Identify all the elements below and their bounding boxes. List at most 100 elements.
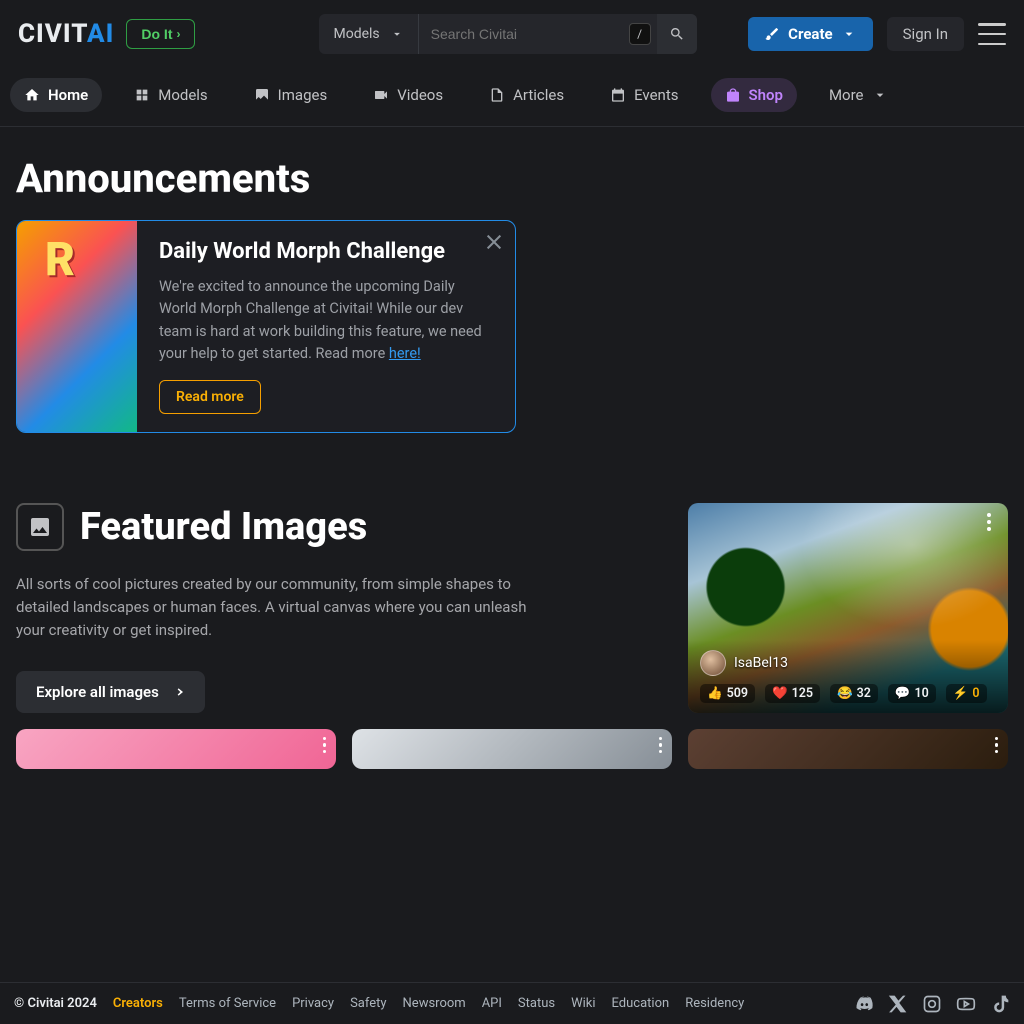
search-icon bbox=[669, 26, 685, 42]
calendar-icon bbox=[610, 87, 626, 103]
stat-likes[interactable]: ❤️ 125 bbox=[765, 684, 820, 703]
menu-button[interactable] bbox=[978, 23, 1006, 45]
announcement-card: Daily World Morph Challenge We're excite… bbox=[16, 220, 516, 433]
sign-in-button[interactable]: Sign In bbox=[887, 17, 964, 51]
thumbnail-row bbox=[16, 729, 1008, 769]
burger-line-icon bbox=[978, 23, 1006, 26]
nav-images[interactable]: Images bbox=[240, 78, 342, 112]
nav-events[interactable]: Events bbox=[596, 78, 692, 112]
do-it-button[interactable]: Do It › bbox=[126, 19, 195, 49]
announcements-heading: Announcements bbox=[16, 155, 1008, 202]
footer-link-wiki[interactable]: Wiki bbox=[571, 996, 595, 1011]
stat-reactions[interactable]: 👍 509 bbox=[700, 684, 755, 703]
footer-link-creators[interactable]: Creators bbox=[113, 996, 163, 1011]
search-bar: Models / bbox=[319, 14, 696, 54]
nav-label: Videos bbox=[397, 86, 443, 104]
search-category-select[interactable]: Models bbox=[319, 14, 418, 54]
explore-label: Explore all images bbox=[36, 683, 159, 701]
stat-laugh-value: 32 bbox=[857, 686, 871, 701]
stat-tips[interactable]: ⚡ 0 bbox=[946, 684, 987, 703]
footer-copyright: © Civitai 2024 bbox=[14, 996, 97, 1011]
card-menu-button[interactable] bbox=[980, 513, 998, 531]
nav-models[interactable]: Models bbox=[120, 78, 221, 112]
close-icon[interactable] bbox=[485, 233, 503, 251]
main-content: Announcements Daily World Morph Challeng… bbox=[0, 127, 1024, 982]
nav-label: Articles bbox=[513, 86, 564, 104]
brush-icon bbox=[764, 26, 780, 42]
footer-link-education[interactable]: Education bbox=[612, 996, 670, 1011]
arrow-right-icon bbox=[169, 684, 185, 700]
search-input[interactable] bbox=[419, 26, 629, 42]
featured-text-column: Featured Images All sorts of cool pictur… bbox=[16, 503, 668, 713]
announcement-body-text: We're excited to announce the upcoming D… bbox=[159, 278, 482, 362]
image-icon-inner bbox=[28, 515, 52, 539]
featured-title: Featured Images bbox=[80, 505, 367, 549]
announcement-title: Daily World Morph Challenge bbox=[159, 239, 493, 264]
do-it-label: Do It bbox=[141, 26, 172, 42]
footer: © Civitai 2024 Creators Terms of Service… bbox=[0, 982, 1024, 1024]
thumbnail-card[interactable] bbox=[16, 729, 336, 769]
logo[interactable]: CIVITAI bbox=[18, 19, 114, 49]
footer-link-status[interactable]: Status bbox=[518, 996, 555, 1011]
grid-icon bbox=[134, 87, 150, 103]
card-menu-button[interactable] bbox=[659, 737, 663, 754]
stat-comments[interactable]: 💬 10 bbox=[888, 684, 936, 703]
explore-images-button[interactable]: Explore all images bbox=[16, 671, 205, 713]
search-button[interactable] bbox=[657, 14, 697, 54]
announcement-text: We're excited to announce the upcoming D… bbox=[159, 276, 493, 366]
card-footer: IsaBel13 👍 509 ❤️ 125 😂 32 💬 10 ⚡ 0 bbox=[688, 640, 1008, 713]
create-button[interactable]: Create bbox=[748, 17, 872, 51]
x-twitter-icon[interactable] bbox=[888, 994, 908, 1014]
footer-link-tos[interactable]: Terms of Service bbox=[179, 996, 276, 1011]
burger-line-icon bbox=[978, 33, 1006, 36]
thumbnail-card[interactable] bbox=[352, 729, 672, 769]
announcement-inline-link[interactable]: here! bbox=[389, 345, 421, 362]
nav-shop[interactable]: Shop bbox=[711, 78, 797, 112]
search-category-label: Models bbox=[333, 26, 379, 42]
announcement-body: Daily World Morph Challenge We're excite… bbox=[137, 221, 515, 432]
top-header: CIVITAI Do It › Models / Create Sign In bbox=[0, 0, 1024, 68]
sign-in-label: Sign In bbox=[903, 25, 948, 43]
footer-link-safety[interactable]: Safety bbox=[350, 996, 386, 1011]
burger-line-icon bbox=[978, 43, 1006, 46]
footer-socials bbox=[854, 994, 1010, 1014]
chevron-down-icon bbox=[390, 27, 404, 41]
nav-articles[interactable]: Articles bbox=[475, 78, 578, 112]
featured-image-card[interactable]: IsaBel13 👍 509 ❤️ 125 😂 32 💬 10 ⚡ 0 bbox=[688, 503, 1008, 713]
discord-icon[interactable] bbox=[854, 994, 874, 1014]
card-menu-button[interactable] bbox=[995, 737, 999, 754]
nav-label: Shop bbox=[749, 86, 783, 104]
card-menu-button[interactable] bbox=[323, 737, 327, 754]
nav-videos[interactable]: Videos bbox=[359, 78, 457, 112]
stat-likes-value: 125 bbox=[792, 686, 813, 701]
home-icon bbox=[24, 87, 40, 103]
footer-link-privacy[interactable]: Privacy bbox=[292, 996, 334, 1011]
video-icon bbox=[373, 87, 389, 103]
thumbnail-card[interactable] bbox=[688, 729, 1008, 769]
nav-label: Images bbox=[278, 86, 328, 104]
read-more-button[interactable]: Read more bbox=[159, 380, 261, 414]
nav-more[interactable]: More bbox=[815, 78, 902, 112]
caret-down-icon bbox=[872, 87, 888, 103]
footer-link-newsroom[interactable]: Newsroom bbox=[403, 996, 466, 1011]
stat-comments-value: 10 bbox=[914, 686, 928, 701]
image-icon bbox=[254, 87, 270, 103]
nav-more-label: More bbox=[829, 86, 864, 104]
tiktok-icon[interactable] bbox=[990, 994, 1010, 1014]
chevron-down-icon bbox=[841, 26, 857, 42]
primary-nav: Home Models Images Videos Articles Event… bbox=[0, 68, 1024, 127]
instagram-icon[interactable] bbox=[922, 994, 942, 1014]
nav-label: Models bbox=[158, 86, 207, 104]
avatar bbox=[700, 650, 726, 676]
youtube-icon[interactable] bbox=[956, 994, 976, 1014]
file-icon bbox=[489, 87, 505, 103]
stat-laugh[interactable]: 😂 32 bbox=[830, 684, 878, 703]
footer-link-residency[interactable]: Residency bbox=[685, 996, 744, 1011]
nav-home[interactable]: Home bbox=[10, 78, 102, 112]
card-user-row[interactable]: IsaBel13 bbox=[700, 650, 996, 676]
nav-label: Events bbox=[634, 86, 678, 104]
chevron-right-icon: › bbox=[176, 27, 180, 41]
create-label: Create bbox=[788, 25, 832, 43]
footer-link-api[interactable]: API bbox=[482, 996, 502, 1011]
stat-tips-value: 0 bbox=[972, 686, 979, 701]
